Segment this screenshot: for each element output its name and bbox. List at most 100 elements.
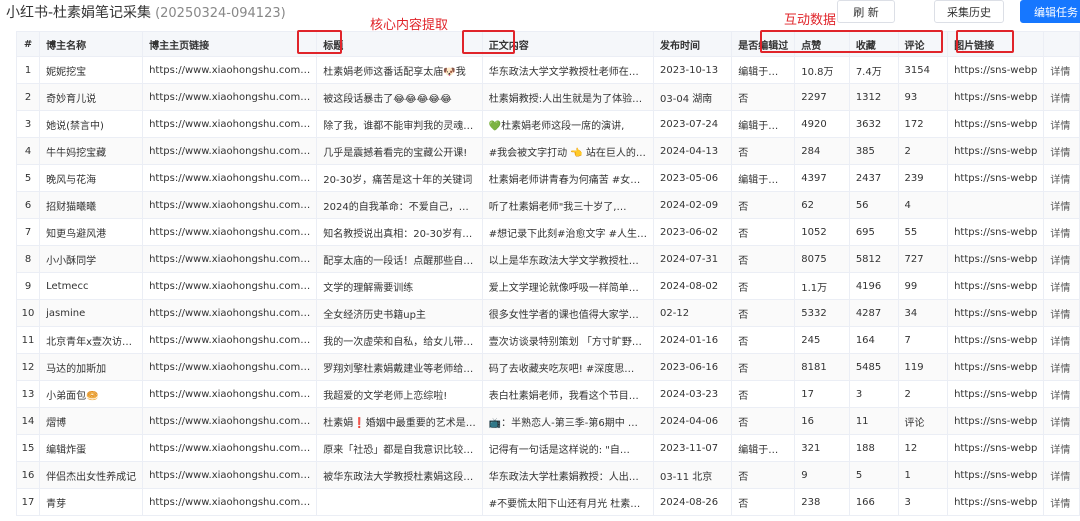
- image-link[interactable]: [947, 191, 1045, 219]
- image-link[interactable]: https://sns-webp: [947, 164, 1045, 192]
- profile-link[interactable]: https://www.xiaohongshu.com…: [142, 353, 318, 381]
- detail-link[interactable]: 详情: [1043, 380, 1080, 408]
- image-link[interactable]: https://sns-webp: [947, 326, 1045, 354]
- image-link[interactable]: https://sns-webp: [947, 83, 1045, 111]
- blogger-name: 牛牛妈挖宝藏: [39, 137, 144, 165]
- annotation-interaction-data: 互动数据: [784, 13, 837, 28]
- detail-link[interactable]: 详情: [1043, 461, 1080, 489]
- favorites-count: 4287: [848, 299, 899, 327]
- detail-link[interactable]: 详情: [1043, 434, 1080, 462]
- page-subtitle: (20250324-094123): [155, 6, 286, 21]
- profile-link[interactable]: https://www.xiaohongshu.com…: [142, 407, 318, 435]
- image-link[interactable]: https://sns-webp: [947, 56, 1045, 84]
- detail-link[interactable]: 详情: [1043, 110, 1080, 138]
- detail-link[interactable]: 详情: [1043, 137, 1080, 165]
- table-row[interactable]: 14 熠博 https://www.xiaohongshu.com… 杜素娟❗婚姻中最…: [15, 407, 1080, 435]
- table-row[interactable]: 15 编辑炸蛋 https://www.xiaohongshu.com… 原来「社恐」…: [15, 434, 1080, 462]
- likes-count: 284: [794, 137, 850, 165]
- row-index: 7: [15, 218, 41, 246]
- table-row[interactable]: 3 她说(禁言中) https://www.xiaohongshu.com… 除了我，…: [15, 110, 1080, 138]
- profile-link[interactable]: https://www.xiaohongshu.com…: [142, 218, 318, 246]
- detail-link[interactable]: 详情: [1043, 218, 1080, 246]
- history-button[interactable]: 采集历史: [934, 0, 1004, 23]
- image-link[interactable]: https://sns-webp: [947, 353, 1045, 381]
- table-row[interactable]: 6 招财猫曦曦 https://www.xiaohongshu.com… 2024的自…: [15, 191, 1080, 219]
- detail-link[interactable]: 详情: [1043, 299, 1080, 327]
- profile-link[interactable]: https://www.xiaohongshu.com…: [142, 326, 318, 354]
- detail-link[interactable]: 详情: [1043, 272, 1080, 300]
- image-link[interactable]: https://sns-webp: [947, 218, 1045, 246]
- data-table: # 博主名称 博主主页链接 标题 正文内容 发布时间 是否编辑过 点赞 收藏 评…: [15, 31, 1080, 516]
- column-header[interactable]: 博主名称: [39, 31, 144, 57]
- table-row[interactable]: 4 牛牛妈挖宝藏 https://www.xiaohongshu.com… 几乎是震撼…: [15, 137, 1080, 165]
- note-title: 20-30岁，痛苦是这十年的关键词: [316, 164, 483, 192]
- profile-link[interactable]: https://www.xiaohongshu.com…: [142, 434, 318, 462]
- table-row[interactable]: 8 小小酥同学 https://www.xiaohongshu.com… 配享太庙的一…: [15, 245, 1080, 273]
- table-row[interactable]: 16 伴侣杰出女性养成记 https://www.xiaohongshu.com… 被…: [15, 461, 1080, 489]
- table-row[interactable]: 10 jasmine https://www.xiaohongshu.com… 全女经…: [15, 299, 1080, 327]
- table-row[interactable]: 2 奇妙育儿说 https://www.xiaohongshu.com… 被这段话暴击…: [15, 83, 1080, 111]
- profile-link[interactable]: https://www.xiaohongshu.com…: [142, 110, 318, 138]
- profile-link[interactable]: https://www.xiaohongshu.com…: [142, 299, 318, 327]
- table-row[interactable]: 17 青芽 https://www.xiaohongshu.com… #不要慌太阳下山…: [15, 488, 1080, 516]
- detail-link[interactable]: 详情: [1043, 191, 1080, 219]
- table-row[interactable]: 5 晚风与花海 https://www.xiaohongshu.com… 20-30岁…: [15, 164, 1080, 192]
- favorites-count: 1312: [848, 83, 899, 111]
- image-link[interactable]: https://sns-webp: [947, 137, 1045, 165]
- row-index: 4: [15, 137, 41, 165]
- detail-link[interactable]: 详情: [1043, 326, 1080, 354]
- detail-link[interactable]: 详情: [1043, 245, 1080, 273]
- detail-link[interactable]: 详情: [1043, 407, 1080, 435]
- row-index: 14: [15, 407, 41, 435]
- profile-link[interactable]: https://www.xiaohongshu.com…: [142, 245, 318, 273]
- table-row[interactable]: 11 北京青年x壹次访… https://www.xiaohongshu.com… 我…: [15, 326, 1080, 354]
- note-content: 华东政法大学文学教授杜老师在…: [481, 56, 655, 84]
- detail-link[interactable]: 详情: [1043, 164, 1080, 192]
- profile-link[interactable]: https://www.xiaohongshu.com…: [142, 164, 318, 192]
- edit-task-button[interactable]: 编辑任务: [1020, 0, 1080, 23]
- detail-link[interactable]: 详情: [1043, 83, 1080, 111]
- image-link[interactable]: https://sns-webp: [947, 380, 1045, 408]
- profile-link[interactable]: https://www.xiaohongshu.com…: [142, 380, 318, 408]
- refresh-button[interactable]: 刷 新: [837, 0, 895, 23]
- column-header[interactable]: #: [15, 31, 41, 57]
- image-link[interactable]: https://sns-webp: [947, 272, 1045, 300]
- publish-time: 03-11 北京: [653, 461, 733, 489]
- profile-link[interactable]: https://www.xiaohongshu.com…: [142, 56, 318, 84]
- table-row[interactable]: 1 妮妮挖宝 https://www.xiaohongshu.com… 杜素娟老师这番…: [15, 56, 1080, 84]
- row-index: 9: [15, 272, 41, 300]
- image-link[interactable]: https://sns-webp: [947, 407, 1045, 435]
- blogger-name: 编辑炸蛋: [39, 434, 144, 462]
- table-row[interactable]: 9 Letmecc https://www.xiaohongshu.com… 文学的理…: [15, 272, 1080, 300]
- table-row[interactable]: 13 小弟面包🥯 https://www.xiaohongshu.com… 我超爱的文…: [15, 380, 1080, 408]
- favorites-count: 164: [848, 326, 899, 354]
- favorites-count: 385: [848, 137, 899, 165]
- image-link[interactable]: https://sns-webp: [947, 110, 1045, 138]
- row-index: 17: [15, 488, 41, 516]
- column-header[interactable]: 详情: [1043, 31, 1080, 57]
- image-link[interactable]: https://sns-webp: [947, 488, 1045, 516]
- profile-link[interactable]: https://www.xiaohongshu.com…: [142, 191, 318, 219]
- image-link[interactable]: https://sns-webp: [947, 434, 1045, 462]
- table-row[interactable]: 12 马达的加斯加 https://www.xiaohongshu.com… 罗翔刘擎…: [15, 353, 1080, 381]
- page-title-text: 小红书-杜素娟笔记采集: [6, 5, 152, 21]
- page-title: 小红书-杜素娟笔记采集 (20250324-094123): [6, 2, 286, 22]
- column-header[interactable]: 博主主页链接: [142, 31, 318, 57]
- favorites-count: 7.4万: [848, 56, 899, 84]
- profile-link[interactable]: https://www.xiaohongshu.com…: [142, 272, 318, 300]
- edited-flag: 否: [731, 218, 796, 246]
- image-link[interactable]: https://sns-webp: [947, 461, 1045, 489]
- profile-link[interactable]: https://www.xiaohongshu.com…: [142, 461, 318, 489]
- profile-link[interactable]: https://www.xiaohongshu.com…: [142, 137, 318, 165]
- table-row[interactable]: 7 知更鸟避风港 https://www.xiaohongshu.com… 知名教授说…: [15, 218, 1080, 246]
- detail-link[interactable]: 详情: [1043, 353, 1080, 381]
- column-header[interactable]: 发布时间: [653, 31, 733, 57]
- profile-link[interactable]: https://www.xiaohongshu.com…: [142, 83, 318, 111]
- detail-link[interactable]: 详情: [1043, 488, 1080, 516]
- image-link[interactable]: https://sns-webp: [947, 299, 1045, 327]
- publish-time: 2024-08-02: [653, 272, 733, 300]
- detail-link[interactable]: 详情: [1043, 56, 1080, 84]
- image-link[interactable]: https://sns-webp: [947, 245, 1045, 273]
- blogger-name: 招财猫曦曦: [39, 191, 144, 219]
- profile-link[interactable]: https://www.xiaohongshu.com…: [142, 488, 318, 516]
